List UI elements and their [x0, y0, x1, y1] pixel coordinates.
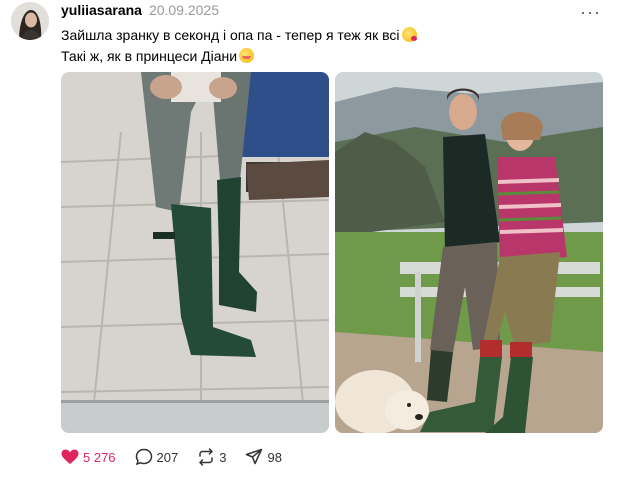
- post-actions: 5 276 207 3 98: [61, 448, 301, 466]
- heart-icon: [61, 449, 79, 464]
- share-button[interactable]: 98: [245, 448, 282, 466]
- avatar-image: [11, 2, 49, 40]
- comment-icon: [135, 448, 152, 466]
- kissing-face-emoji-icon: [401, 27, 417, 42]
- post-text-line-1: Зайшла зранку в секонд і опа па - тепер …: [61, 25, 417, 46]
- post-text: Зайшла зранку в секонд і опа па - тепер …: [61, 25, 417, 67]
- comment-count: 207: [156, 449, 179, 465]
- share-count: 98: [267, 449, 282, 465]
- like-count: 5 276: [83, 449, 116, 465]
- green-rain-boots-photo[interactable]: [61, 72, 329, 433]
- like-button[interactable]: 5 276: [61, 449, 116, 465]
- repost-button[interactable]: 3: [197, 448, 226, 466]
- send-icon: [246, 448, 263, 465]
- smiling-face-emoji-icon: [239, 48, 255, 63]
- repost-icon: [199, 448, 213, 466]
- more-options-icon[interactable]: ···: [580, 2, 601, 23]
- comment-button[interactable]: 207: [135, 448, 179, 466]
- post-header: yuliiasarana 20.09.2025: [61, 2, 219, 20]
- post-text-line-2: Такі ж, як в принцеси Діани: [61, 46, 417, 67]
- couple-with-dog-photo[interactable]: [335, 72, 603, 433]
- avatar[interactable]: [11, 2, 49, 40]
- repost-count: 3: [219, 449, 227, 465]
- username[interactable]: yuliiasarana: [61, 2, 142, 18]
- post-date[interactable]: 20.09.2025: [149, 2, 219, 18]
